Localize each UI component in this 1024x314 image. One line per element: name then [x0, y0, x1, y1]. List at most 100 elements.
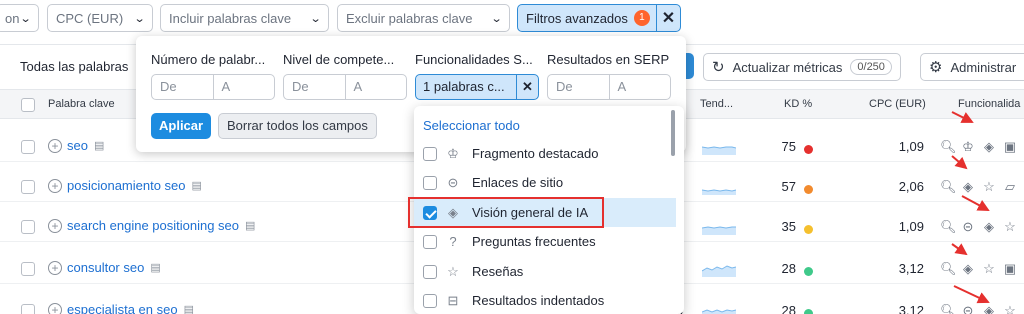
kd-value: 28	[781, 303, 796, 314]
refresh-counter-badge: 0/250	[850, 59, 892, 75]
link-icon: ⊝	[447, 174, 459, 190]
manage-label: Administrar	[950, 59, 1017, 75]
cpc-filter-dropdown[interactable]: CPC (EUR) ⌄	[47, 4, 153, 32]
competition-from-input[interactable]: De	[284, 75, 345, 99]
add-icon[interactable]: +	[48, 138, 62, 153]
advanced-filters-button[interactable]: Filtros avanzados 1 ✕	[517, 4, 681, 32]
kd-indicator	[804, 267, 813, 276]
serp-results-to-input[interactable]: A	[608, 75, 671, 99]
refresh-metrics-button[interactable]: ↻ Actualizar métricas 0/250	[703, 53, 901, 81]
header-trend[interactable]: Tend...	[700, 98, 733, 110]
kd-indicator	[804, 309, 813, 314]
cpc-filter-label: CPC (EUR)	[56, 10, 124, 26]
annotation-arrow	[951, 243, 968, 256]
option-sitelinks[interactable]: ⊝ Enlaces de sitio	[414, 168, 676, 197]
filter-chip-partial[interactable]: on ⌄	[0, 4, 39, 32]
add-icon[interactable]: +	[48, 178, 62, 193]
kd-indicator	[804, 225, 813, 234]
trend-sparkline	[702, 146, 736, 155]
keyword-cell: + especialista en seo ▤	[48, 302, 194, 314]
select-all-link[interactable]: Seleccionar todo	[423, 118, 520, 133]
option-checkbox[interactable]	[423, 175, 437, 190]
dropdown-scrollbar[interactable]	[671, 110, 675, 156]
kd-indicator	[804, 185, 813, 194]
trend-sparkline	[702, 226, 736, 235]
clear-all-button[interactable]: Borrar todos los campos	[218, 113, 377, 139]
word-count-from-input[interactable]: De	[152, 75, 213, 99]
cpc-value: 1,09	[898, 219, 924, 234]
advanced-filters-count-badge: 1	[633, 10, 650, 26]
add-icon[interactable]: +	[48, 302, 62, 314]
cpc-value: 3,12	[898, 303, 924, 314]
option-checkbox[interactable]	[423, 146, 437, 161]
question-icon: ?	[449, 234, 457, 249]
option-label: Resultados indentados	[472, 293, 605, 308]
kd-value: 28	[781, 261, 796, 276]
cpc-value: 2,06	[898, 179, 924, 194]
refresh-icon: ↻	[712, 59, 725, 76]
serp-icon[interactable]: ▤	[150, 261, 160, 274]
keyword-link[interactable]: seo	[67, 138, 88, 153]
select-all-rows-checkbox[interactable]	[21, 98, 35, 112]
row-checkbox[interactable]	[21, 140, 35, 154]
row-checkbox[interactable]	[21, 262, 35, 276]
word-count-label: Número de palabr...	[151, 52, 266, 67]
annotation-arrow	[961, 195, 990, 211]
close-icon[interactable]: ✕	[655, 5, 680, 31]
include-keywords-dropdown[interactable]: Incluir palabras clave ⌄	[160, 4, 329, 32]
serp-icon[interactable]: ▤	[245, 219, 255, 232]
close-icon[interactable]: ✕	[516, 75, 538, 99]
filter-chip-partial-label: on	[5, 10, 20, 26]
advanced-filters-text: Filtros avanzados	[526, 10, 628, 26]
include-keywords-label: Incluir palabras clave	[169, 10, 292, 26]
all-keywords-title: Todas las palabras	[20, 59, 129, 74]
word-count-to-input[interactable]: A	[212, 75, 275, 99]
serp-icon[interactable]: ▤	[94, 139, 104, 152]
manage-button[interactable]: ⚙ Administrar	[920, 53, 1024, 81]
option-indented-results[interactable]: ⊟ Resultados indentados	[414, 286, 676, 314]
header-keyword[interactable]: Palabra clave	[48, 98, 115, 110]
annotation-arrows	[951, 111, 990, 304]
apply-button[interactable]: Aplicar	[151, 113, 212, 139]
keyword-cell: + seo ▤	[48, 138, 104, 153]
option-featured-snippet[interactable]: ♔ Fragmento destacado	[414, 139, 676, 168]
header-cpc[interactable]: CPC (EUR)	[869, 98, 926, 110]
serp-features-select[interactable]: 1 palabras c... ✕	[415, 74, 539, 100]
cpc-value: 3,12	[898, 261, 924, 276]
indent-icon: ⊟	[447, 292, 459, 308]
refresh-metrics-label: Actualizar métricas	[732, 59, 843, 75]
gear-icon: ⚙	[929, 59, 943, 76]
row-checkbox[interactable]	[21, 180, 35, 194]
keyword-cell: + posicionamiento seo ▤	[48, 178, 202, 193]
row-checkbox[interactable]	[21, 220, 35, 234]
option-label: Reseñas	[472, 264, 524, 279]
kd-indicator	[804, 145, 813, 154]
chevron-down-icon: ⌄	[309, 12, 322, 25]
serp-results-label: Resultados en SERP	[547, 52, 670, 67]
option-checkbox[interactable]	[423, 293, 437, 308]
serp-icon[interactable]: ▤	[192, 179, 202, 192]
add-icon[interactable]: +	[48, 218, 62, 233]
header-kd[interactable]: KD %	[784, 98, 812, 110]
serp-icon[interactable]: ▤	[184, 303, 194, 314]
keyword-cell: + search engine positioning seo ▤	[48, 218, 255, 233]
keyword-link[interactable]: posicionamiento seo	[67, 178, 186, 193]
competition-to-input[interactable]: A	[344, 75, 407, 99]
serp-results-from-input[interactable]: De	[548, 75, 609, 99]
annotation-arrow	[953, 285, 990, 304]
serp-features-selected-value: 1 palabras c...	[423, 79, 505, 94]
option-checkbox[interactable]	[423, 264, 437, 279]
option-faq[interactable]: ? Preguntas frecuentes	[414, 227, 676, 256]
annotation-arrow	[951, 111, 974, 123]
keyword-link[interactable]: consultor seo	[67, 260, 144, 275]
highlight-annotation-box	[408, 197, 604, 228]
option-checkbox[interactable]	[423, 234, 437, 249]
option-label: Fragmento destacado	[472, 146, 599, 161]
exclude-keywords-dropdown[interactable]: Excluir palabras clave ⌄	[337, 4, 510, 32]
keyword-link[interactable]: search engine positioning seo	[67, 218, 239, 233]
option-reviews[interactable]: ☆ Reseñas	[414, 257, 676, 286]
trend-sparkline	[702, 189, 736, 195]
row-checkbox[interactable]	[21, 304, 35, 314]
add-icon[interactable]: +	[48, 260, 62, 275]
keyword-link[interactable]: especialista en seo	[67, 302, 178, 314]
